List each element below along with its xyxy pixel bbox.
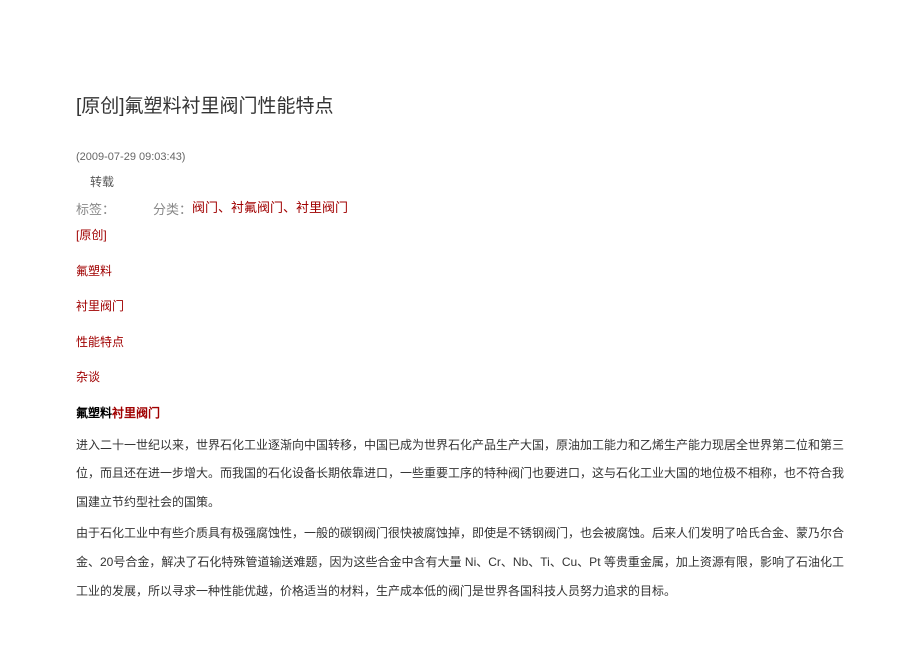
paragraph: 进入二十一世纪以来，世界石化工业逐渐向中国转移，中国已成为世界石化产品生产大国，… xyxy=(76,431,844,517)
article-label-red[interactable]: 衬里阀门 xyxy=(112,406,160,420)
tag-item[interactable]: 杂谈 xyxy=(76,367,844,389)
tag-item[interactable]: [原创] xyxy=(76,225,844,247)
tag-item[interactable]: 衬里阀门 xyxy=(76,296,844,318)
tag-item[interactable]: 氟塑料 xyxy=(76,261,844,283)
article-subject-label: 氟塑料衬里阀门 xyxy=(76,403,844,425)
article-body: 进入二十一世纪以来，世界石化工业逐渐向中国转移，中国已成为世界石化产品生产大国，… xyxy=(76,431,844,606)
reprint-label[interactable]: 转载 xyxy=(90,172,844,194)
tag-list: [原创] 氟塑料 衬里阀门 性能特点 杂谈 xyxy=(76,225,844,389)
tags-label: 标签： xyxy=(76,198,115,221)
article-label-black: 氟塑料 xyxy=(76,406,112,420)
meta-row: 标签： 分类： 阀门、衬氟阀门、衬里阀门 xyxy=(76,198,844,221)
paragraph: 由于石化工业中有些介质具有极强腐蚀性，一般的碳钢阀门很快被腐蚀掉，即使是不锈钢阀… xyxy=(76,519,844,605)
article-timestamp: (2009-07-29 09:03:43) xyxy=(76,148,844,168)
tag-item[interactable]: 性能特点 xyxy=(76,332,844,354)
article-title: [原创]氟塑料衬里阀门性能特点 xyxy=(76,90,844,124)
category-value[interactable]: 阀门、衬氟阀门、衬里阀门 xyxy=(192,198,348,218)
category-label: 分类： xyxy=(153,198,192,221)
